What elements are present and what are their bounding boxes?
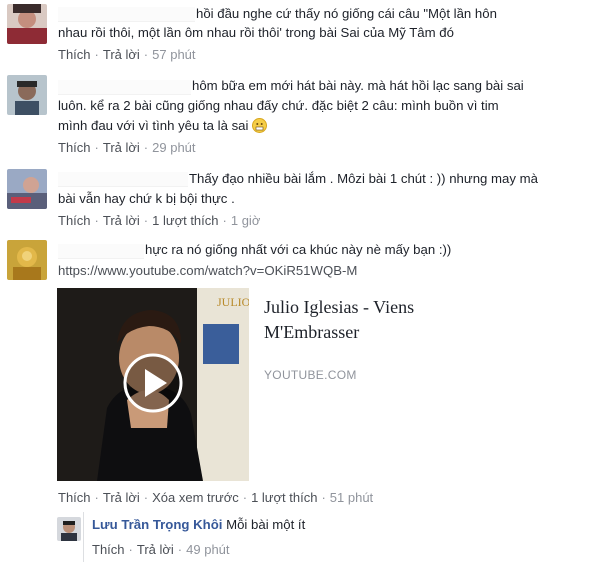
comment-actions: Thích · Trả lời · 29 phút (58, 140, 196, 155)
redacted-author-name (58, 244, 144, 259)
redacted-author-name (58, 172, 188, 187)
video-thumbnail[interactable]: JULIO IGLESIAS (57, 288, 249, 481)
reply-button[interactable]: Trả lời (103, 47, 140, 62)
like-button[interactable]: Thích (58, 213, 91, 228)
comment-text-line: hôm bữa em mới hát bài này. mà hát hồi l… (192, 78, 524, 93)
reply-button[interactable]: Trả lời (137, 542, 174, 557)
comment-text-line: nhau rồi thôi, một lần ôm nhau rồi thôi'… (58, 25, 454, 40)
timestamp[interactable]: 51 phút (330, 490, 373, 505)
remove-preview-button[interactable]: Xóa xem trước (152, 490, 239, 505)
reply-text: Mỗi bài một ít (226, 517, 306, 532)
avatar[interactable] (57, 517, 81, 541)
comment-actions: Thích · Trả lời · Xóa xem trước · 1 lượt thích… (58, 490, 374, 505)
reply-text-line: Lưu Trần Trọng Khôi Mỗi bài một ít (92, 515, 305, 534)
likes-count[interactable]: 1 lượt thích (251, 490, 317, 505)
redacted-author-name (58, 7, 195, 22)
comment-text: mình đau với vì tình yêu ta là sai (58, 118, 249, 133)
card-domain: YOUTUBE.COM (264, 368, 357, 382)
timestamp[interactable]: 49 phút (186, 542, 229, 557)
comment-text-line: hồi đầu nghe cứ thấy nó giống cái câu "M… (196, 6, 497, 21)
like-button[interactable]: Thích (92, 542, 125, 557)
timestamp[interactable]: 57 phút (152, 47, 195, 62)
likes-count[interactable]: 1 lượt thích (152, 213, 218, 228)
youtube-link[interactable]: https://www.youtube.com/watch?v=OKiR51WQ… (58, 261, 357, 280)
comment-text-line: Thấy đạo nhiều bài lắm . Môzi bài 1 chút… (189, 171, 538, 186)
timestamp[interactable]: 1 giờ (231, 213, 261, 228)
comment-actions: Thích · Trả lời · 1 lượt thích · 1 giờ (58, 213, 261, 228)
comment-text-line: bài vẫn hay chứ k bị bội thực . (58, 191, 235, 206)
link-preview-card[interactable]: JULIO IGLESIAS Julio Iglesias - Viens M'… (57, 288, 440, 481)
reply-actions: Thích · Trả lời · 49 phút (92, 542, 230, 557)
avatar[interactable] (7, 240, 47, 280)
avatar[interactable] (7, 4, 47, 44)
avatar[interactable] (7, 75, 47, 115)
reply-button[interactable]: Trả lời (103, 490, 140, 505)
avatar[interactable] (7, 169, 47, 209)
like-button[interactable]: Thích (58, 47, 91, 62)
grimace-emoji-icon (252, 118, 268, 133)
reply-button[interactable]: Trả lời (103, 213, 140, 228)
comment-text-line: hực ra nó giống nhất với ca khúc này nè … (145, 242, 452, 257)
comment-text-line: luôn. kể ra 2 bài cũng giống nhau đấy ch… (58, 98, 499, 113)
album-cover-text: JULIO IGLESIAS (217, 295, 249, 309)
comment-actions: Thích · Trả lời · 57 phút (58, 47, 196, 62)
like-button[interactable]: Thích (58, 490, 91, 505)
redacted-author-name (58, 80, 191, 95)
timestamp[interactable]: 29 phút (152, 140, 195, 155)
card-title[interactable]: Julio Iglesias - Viens M'Embrasser (264, 295, 454, 345)
reply-thread-line (83, 512, 84, 562)
comment-text-line: mình đau với vì tình yêu ta là sai (58, 116, 268, 135)
reply-button[interactable]: Trả lời (103, 140, 140, 155)
like-button[interactable]: Thích (58, 140, 91, 155)
reply-author-name[interactable]: Lưu Trần Trọng Khôi (92, 517, 222, 532)
